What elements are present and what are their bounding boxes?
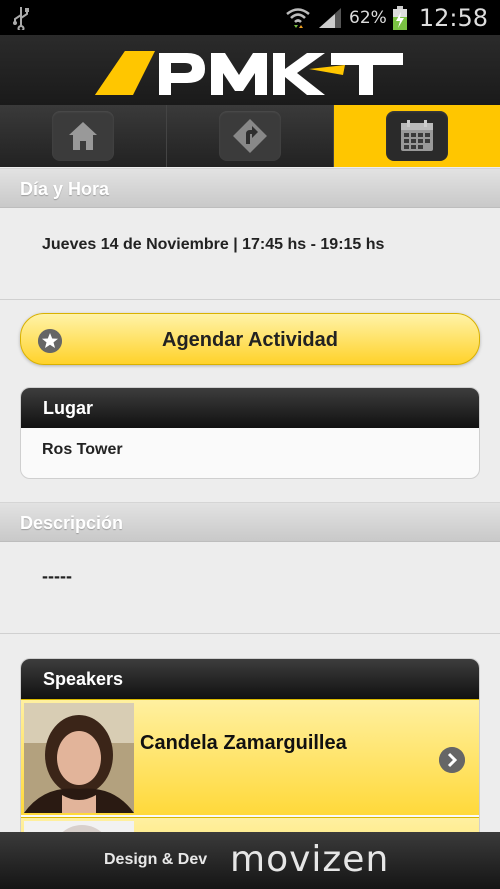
speakers-card: Speakers Candela Zamarguillea <box>20 658 480 858</box>
event-date-time: Jueves 14 de Noviembre | 17:45 hs - 19:1… <box>42 236 385 253</box>
speaker-list-item[interactable]: Candela Zamarguillea <box>21 699 479 815</box>
speaker-avatar <box>24 703 134 813</box>
place-card: Lugar Ros Tower <box>20 387 480 479</box>
speakers-card-title: Speakers <box>43 669 124 689</box>
usb-icon <box>13 7 29 30</box>
place-card-title: Lugar <box>43 398 94 418</box>
schedule-activity-button[interactable]: Agendar Actividad <box>20 313 480 365</box>
place-card-header: Lugar <box>21 388 479 428</box>
tab-bar <box>0 105 500 167</box>
date-section-title: Día y Hora <box>20 179 110 199</box>
chevron-right-icon[interactable] <box>439 747 465 773</box>
footer-brand-logo[interactable]: movizen <box>230 839 389 880</box>
app-logo <box>95 51 403 95</box>
description-section-header: Descripción <box>0 502 500 542</box>
speaker-name: Candela Zamarguillea <box>140 732 347 754</box>
wifi-icon <box>286 7 310 28</box>
description-section-body: ----- <box>0 542 500 634</box>
description-value: ----- <box>42 566 72 586</box>
footer-bar: Design & Dev movizen <box>0 832 500 889</box>
schedule-activity-label: Agendar Actividad <box>162 329 338 351</box>
date-section-header: Día y Hora <box>0 168 500 208</box>
signal-icon <box>319 7 342 28</box>
battery-percent: 62% <box>349 7 387 28</box>
calendar-icon <box>401 120 433 151</box>
app-header <box>0 35 500 105</box>
tab-calendar[interactable] <box>334 105 500 167</box>
description-section-title: Descripción <box>20 513 124 533</box>
date-section-body: Jueves 14 de Noviembre | 17:45 hs - 19:1… <box>0 208 500 300</box>
status-clock: 12:58 <box>418 3 488 32</box>
status-bar: 62% 12:58 <box>0 0 500 35</box>
tab-home[interactable] <box>0 105 167 167</box>
footer-credit: Design & Dev <box>104 851 208 868</box>
battery-charging-icon <box>392 5 407 30</box>
place-value: Ros Tower <box>42 441 123 458</box>
home-icon <box>69 122 97 150</box>
tab-directions[interactable] <box>167 105 334 167</box>
directions-sign-icon <box>233 119 267 153</box>
speakers-card-header: Speakers <box>21 659 479 699</box>
